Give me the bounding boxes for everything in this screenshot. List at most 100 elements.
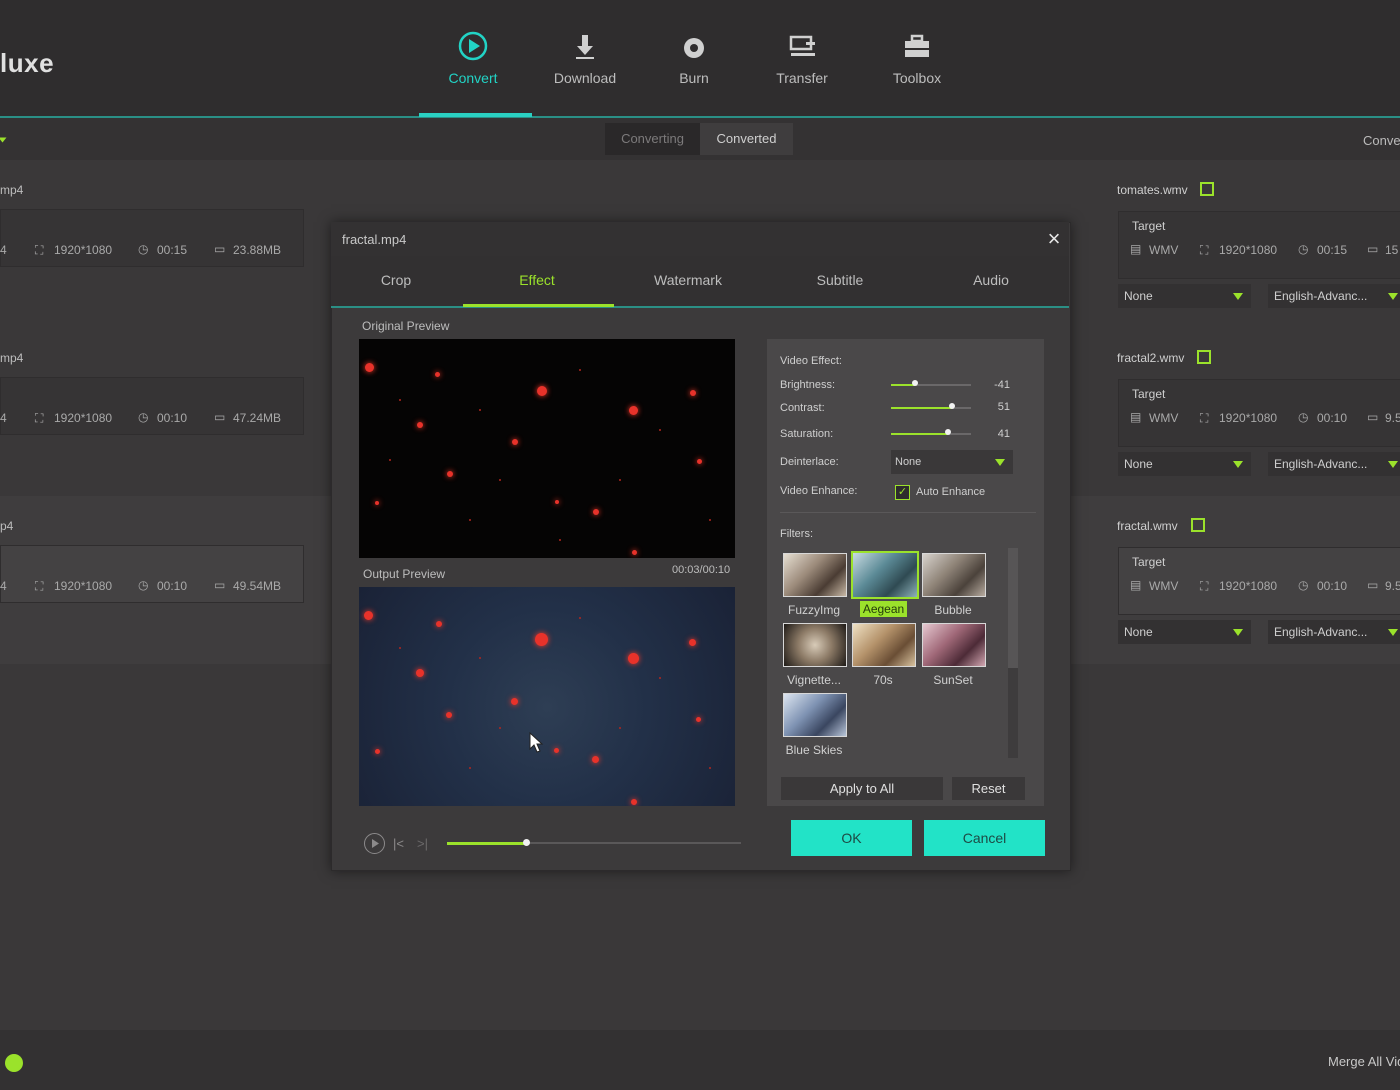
converting-tab[interactable]: Converting [605,123,700,155]
filters-scrollbar-thumb[interactable] [1008,548,1018,668]
target-size: 9.5 [1385,411,1400,425]
filter-thumbnail-fuzzyimg[interactable] [783,553,847,597]
chevron-down-icon [1388,629,1398,636]
filter-label-blue-skies: Blue Skies [785,743,843,757]
previous-frame-button[interactable]: |< [393,836,404,851]
dialog-title: fractal.mp4 [342,232,407,247]
filter-label-sunset: SunSet [933,673,973,687]
resolution-icon: ⛶ [1200,243,1209,257]
tab-audio[interactable]: Audio [931,272,1051,288]
next-frame-button[interactable]: >| [417,836,428,851]
edit-icon[interactable] [1200,182,1214,196]
output-preview [359,587,735,806]
nav-download[interactable]: Download [530,30,640,86]
convert-all-label[interactable]: Conve [1363,133,1400,148]
tab-crop[interactable]: Crop [336,272,456,288]
close-icon[interactable]: × [1044,228,1064,250]
saturation-slider-handle[interactable] [944,429,951,435]
target-file-name: fractal.wmv [1117,519,1178,533]
brightness-label: Brightness: [780,379,836,391]
tab-subtitle[interactable]: Subtitle [780,272,900,288]
dropdown-arrow-icon[interactable] [0,137,7,143]
target-format: WMV [1149,579,1179,593]
brightness-value: -41 [994,379,1010,391]
clock-icon: ◷ [1298,242,1309,256]
filter-label-vignette: Vignette... [787,673,841,687]
deinterlace-value: None [895,456,922,468]
target-label: Target [1132,555,1166,569]
target-format: WMV [1149,411,1179,425]
edit-icon[interactable] [1191,518,1205,532]
nav-burn[interactable]: Burn [639,30,749,86]
audio-dropdown[interactable]: English-Advanc... [1268,284,1400,308]
mouse-cursor-icon [529,732,544,753]
source-format: 4 [0,411,7,425]
audio-dropdown[interactable]: English-Advanc... [1268,452,1400,476]
target-resolution: 1920*1080 [1219,579,1278,593]
audio-dropdown[interactable]: English-Advanc... [1268,620,1400,644]
nav-toolbox[interactable]: Toolbox [862,30,972,86]
merge-all-videos-label[interactable]: Merge All Vid [1328,1054,1400,1069]
filter-label-aegean: Aegean [860,601,907,617]
tab-active-indicator [463,304,614,307]
original-preview [359,339,735,558]
target-format: WMV [1149,243,1179,257]
app-title: luxe [0,48,55,78]
brightness-slider[interactable] [891,384,971,386]
nav-convert[interactable]: Convert [418,30,528,86]
target-resolution: 1920*1080 [1219,411,1278,425]
source-file-name: mp4 [0,351,24,365]
deinterlace-dropdown[interactable]: None [891,450,1013,474]
filter-thumbnail-sunset[interactable] [922,623,986,667]
source-file-name: p4 [0,519,14,533]
tab-effect[interactable]: Effect [477,272,597,288]
nav-burn-label: Burn [679,70,709,86]
contrast-slider[interactable] [891,407,971,409]
status-indicator-icon[interactable] [5,1054,23,1072]
reset-button[interactable]: Reset [952,777,1025,800]
filter-label-fuzzyimg: FuzzyImg [787,603,840,617]
output-preview-label: Output Preview [363,567,446,581]
cancel-button[interactable]: Cancel [924,820,1045,856]
resolution-icon: ⛶ [1200,411,1209,425]
nav-convert-label: Convert [448,70,498,86]
auto-enhance-checkbox[interactable]: ✓ [895,485,910,500]
saturation-slider-fill [891,433,948,435]
ok-button[interactable]: OK [791,820,912,856]
subtitle-dropdown[interactable]: None [1118,452,1251,476]
source-resolution: 1920*1080 [54,243,113,257]
convert-icon [458,31,488,61]
brightness-slider-handle[interactable] [912,380,918,386]
play-button[interactable] [364,833,385,854]
filter-thumbnail-70s[interactable] [852,623,916,667]
converted-tab[interactable]: Converted [700,123,793,155]
resolution-icon: ⛶ [35,411,44,425]
filter-thumbnail-bubble[interactable] [922,553,986,597]
edit-icon[interactable] [1197,350,1211,364]
source-format: 4 [0,243,7,257]
resolution-icon: ⛶ [1200,579,1209,593]
filter-thumbnail-aegean[interactable] [851,551,919,599]
subtitle-dropdown[interactable]: None [1118,284,1251,308]
contrast-slider-handle[interactable] [948,403,955,409]
apply-to-all-button[interactable]: Apply to All [781,777,943,800]
filter-thumbnail-vignette[interactable] [783,623,847,667]
burn-icon [684,38,704,58]
chevron-down-icon [1233,293,1243,300]
target-duration: 00:10 [1317,579,1348,593]
folder-icon: ▭ [214,242,226,256]
nav-transfer[interactable]: Transfer [747,30,857,86]
source-info-box [0,377,304,435]
dialog-header [331,222,1069,256]
target-label: Target [1132,387,1166,401]
subtitle-dropdown[interactable]: None [1118,620,1251,644]
resolution-icon: ⛶ [35,579,44,593]
resolution-icon: ⛶ [35,243,44,257]
download-icon [576,35,594,59]
source-duration: 00:10 [157,411,188,425]
tab-watermark[interactable]: Watermark [628,272,748,288]
folder-icon: ▭ [1367,578,1379,592]
saturation-slider[interactable] [891,433,971,435]
saturation-value: 41 [997,428,1010,440]
filter-thumbnail-blue-skies[interactable] [783,693,847,737]
